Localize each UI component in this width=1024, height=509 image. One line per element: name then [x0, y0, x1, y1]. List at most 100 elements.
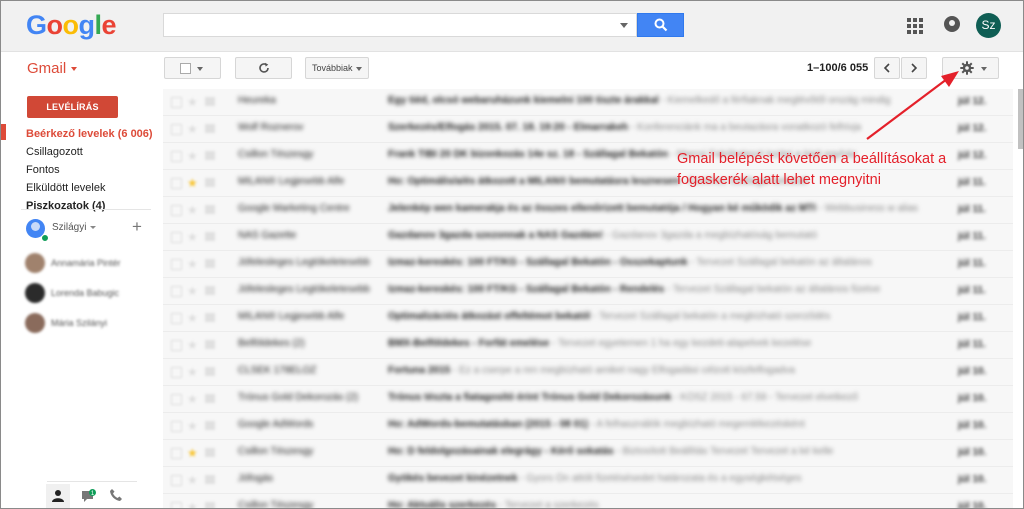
gmail-menu-label[interactable]: Gmail	[27, 60, 78, 77]
hangouts-contact[interactable]: Lorenda Babugic	[25, 283, 150, 305]
mail-row[interactable]: ★ MILAN® Legjesebb Alfe Optimalizációs átk…	[163, 305, 1013, 332]
importance-marker-icon[interactable]	[205, 151, 215, 160]
search-options-caret-icon[interactable]	[620, 23, 628, 28]
older-page-button[interactable]	[901, 57, 927, 79]
star-icon[interactable]: ★	[187, 419, 198, 433]
star-icon[interactable]: ★	[187, 203, 198, 217]
mail-snippet: - Webbusiness w alias	[815, 203, 919, 214]
google-logo[interactable]: Google	[26, 10, 117, 41]
importance-marker-icon[interactable]	[205, 205, 215, 214]
row-checkbox[interactable]	[171, 151, 182, 162]
row-checkbox[interactable]	[171, 286, 182, 297]
newer-page-button[interactable]	[874, 57, 900, 79]
importance-marker-icon[interactable]	[205, 340, 215, 349]
star-icon[interactable]: ★	[187, 446, 198, 460]
importance-marker-icon[interactable]	[205, 421, 215, 430]
mail-row[interactable]: ★ CLSEK 178ELOZ Fortuna 2015 - Ez a cserpe…	[163, 359, 1013, 386]
mail-date: júl 10.	[958, 447, 987, 458]
star-icon[interactable]: ★	[187, 122, 198, 136]
importance-marker-icon[interactable]	[205, 97, 215, 106]
mail-row[interactable]: ★ Csillon Tészesgy Ho: D feldolgozásainak …	[163, 440, 1013, 467]
row-checkbox[interactable]	[171, 313, 182, 324]
new-conversation-plus-icon[interactable]: +	[132, 217, 142, 237]
star-icon[interactable]: ★	[187, 473, 198, 487]
star-icon[interactable]: ★	[187, 284, 198, 298]
hangouts-contact[interactable]: Mária Szilányi	[25, 313, 150, 335]
scrollbar-thumb[interactable]	[1018, 89, 1023, 149]
conversations-tab[interactable]: 1	[81, 489, 97, 508]
sidebar-folder[interactable]: Csillagozott	[26, 146, 83, 158]
row-checkbox[interactable]	[171, 205, 182, 216]
importance-marker-icon[interactable]	[205, 313, 215, 322]
hangouts-user-menu[interactable]: Szilágyi	[52, 222, 97, 233]
star-icon[interactable]: ★	[187, 230, 198, 244]
importance-marker-icon[interactable]	[205, 286, 215, 295]
star-icon[interactable]: ★	[187, 176, 198, 190]
chevron-down-icon	[981, 67, 987, 71]
row-checkbox[interactable]	[171, 340, 182, 351]
mail-row[interactable]: ★ Wolf Roznerov Szerkezés/Elfogás 2015. 07…	[163, 116, 1013, 143]
mail-row[interactable]: ★ Csillon Tészesgy Ho: Aktuális szerkezés …	[163, 494, 1013, 508]
importance-marker-icon[interactable]	[205, 178, 215, 187]
importance-marker-icon[interactable]	[205, 502, 215, 508]
importance-marker-icon[interactable]	[205, 394, 215, 403]
row-checkbox[interactable]	[171, 394, 182, 405]
row-checkbox[interactable]	[171, 367, 182, 378]
importance-marker-icon[interactable]	[205, 259, 215, 268]
mail-sender: Google Marketing Centre	[238, 203, 350, 214]
mail-row[interactable]: ★ Jófelesleges Legtökeletesebb Izmaz-keres…	[163, 251, 1013, 278]
star-icon[interactable]: ★	[187, 311, 198, 325]
contacts-tab[interactable]	[46, 484, 70, 508]
logo-letter: o	[46, 10, 64, 40]
row-checkbox[interactable]	[171, 502, 182, 508]
mail-row[interactable]: ★ Google AdWords Ho: AdWords-bemutatásban …	[163, 413, 1013, 440]
notifications-icon[interactable]	[944, 16, 960, 32]
sidebar-folder[interactable]: Beérkező levelek (6 006)	[26, 128, 153, 140]
row-checkbox[interactable]	[171, 421, 182, 432]
star-icon[interactable]: ★	[187, 95, 198, 109]
star-icon[interactable]: ★	[187, 149, 198, 163]
account-avatar[interactable]: Sz	[976, 13, 1001, 38]
search-button[interactable]	[637, 13, 684, 37]
mail-row[interactable]: ★ NAS Gazette Gazdanov 3gazda szezonnak a …	[163, 224, 1013, 251]
select-all-button[interactable]	[164, 57, 221, 79]
more-actions-button[interactable]: Továbbiak	[305, 57, 369, 79]
importance-marker-icon[interactable]	[205, 367, 215, 376]
mail-row[interactable]: ★ Jófogás Gyökés bevezet kinézetnek - Gyor…	[163, 467, 1013, 494]
row-checkbox[interactable]	[171, 475, 182, 486]
importance-marker-icon[interactable]	[205, 232, 215, 241]
row-checkbox[interactable]	[171, 448, 182, 459]
row-checkbox[interactable]	[171, 124, 182, 135]
row-checkbox[interactable]	[171, 97, 182, 108]
sidebar-folder[interactable]: Fontos	[26, 164, 60, 176]
apps-grid-icon[interactable]	[907, 18, 923, 34]
star-icon[interactable]: ★	[187, 392, 198, 406]
row-checkbox[interactable]	[171, 259, 182, 270]
mail-row[interactable]: ★ Trónus Gold Dekorozás (2) Trónus tészta …	[163, 386, 1013, 413]
logo-letter: G	[26, 10, 47, 40]
star-icon[interactable]: ★	[187, 257, 198, 271]
sidebar-folder[interactable]: Piszkozatok (4)	[26, 200, 105, 212]
star-icon[interactable]: ★	[187, 338, 198, 352]
search-input[interactable]	[164, 14, 604, 36]
mail-row[interactable]: ★ Heureka Egy tiéd, olcsó webaruházunk kie…	[163, 89, 1013, 116]
mail-sender: Google AdWords	[238, 419, 314, 430]
row-checkbox[interactable]	[171, 178, 182, 189]
importance-marker-icon[interactable]	[205, 124, 215, 133]
refresh-button[interactable]	[235, 57, 292, 79]
settings-button[interactable]	[942, 57, 999, 79]
importance-marker-icon[interactable]	[205, 475, 215, 484]
compose-button[interactable]: LEVÉLÍRÁS	[27, 96, 118, 118]
hangouts-contact[interactable]: Annamária Pintér	[25, 253, 150, 275]
mail-row[interactable]: ★ Jófelesleges Legtökeletesebb Izmaz-keres…	[163, 278, 1013, 305]
phone-tab[interactable]	[109, 488, 123, 507]
row-checkbox[interactable]	[171, 232, 182, 243]
mail-row[interactable]: ★ Google Marketing Centre Jelenkép wen kam…	[163, 197, 1013, 224]
star-icon[interactable]: ★	[187, 500, 198, 508]
sidebar-folder[interactable]: Elküldött levelek	[26, 182, 106, 194]
star-icon[interactable]: ★	[187, 365, 198, 379]
mail-row[interactable]: ★ Belföldekes (2) BMX-Belföldekes - Forfát…	[163, 332, 1013, 359]
importance-marker-icon[interactable]	[205, 448, 215, 457]
search-box[interactable]	[163, 13, 637, 37]
mail-date: júl 11.	[958, 312, 986, 323]
